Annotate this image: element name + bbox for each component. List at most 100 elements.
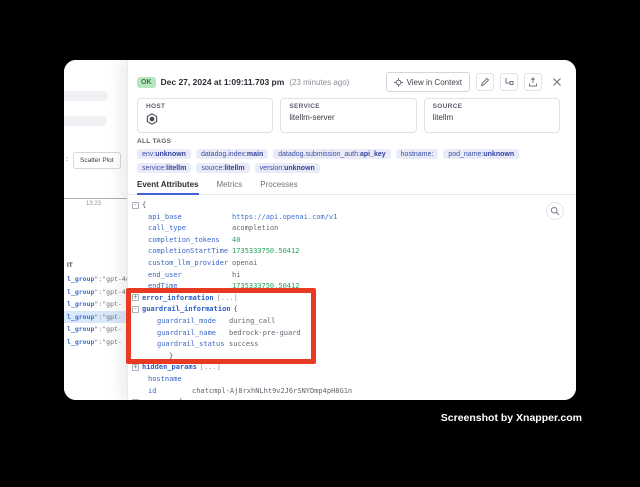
json-key: id: [148, 386, 192, 398]
json-value: 1735333750.50412: [232, 247, 299, 255]
scatter-plot-button[interactable]: Scatter Plot: [73, 152, 121, 169]
tag-key: datadog.index:: [201, 151, 247, 158]
expander-icon[interactable]: -: [132, 202, 139, 209]
truncated-toolbar-bar: [64, 116, 107, 126]
json-attribute-row[interactable]: end_userhi: [128, 270, 576, 282]
log-list-item[interactable]: l_group":"gpt-: [64, 336, 127, 349]
close-button[interactable]: [548, 73, 566, 91]
log-separator: ":": [94, 313, 106, 321]
log-value: gpt-: [106, 325, 122, 333]
json-attribute-row[interactable]: call_typeacompletion: [128, 223, 576, 235]
tag-pill[interactable]: datadog.submission_auth:api_key: [273, 149, 390, 159]
log-value: gpt-: [106, 300, 122, 308]
tag-pill[interactable]: pod_name:unknown: [443, 149, 519, 159]
json-attribute-row[interactable]: -{: [128, 200, 576, 212]
label-fragment: :: [66, 156, 68, 163]
header-actions: View in Context: [386, 72, 566, 92]
service-card[interactable]: SERVICE litellm-server: [280, 98, 416, 133]
json-value: hi: [232, 271, 240, 279]
tag-value: api_key: [360, 151, 386, 158]
view-in-context-label: View in Context: [407, 78, 462, 87]
truncated-toolbar-bar: [64, 91, 108, 101]
source-card[interactable]: SOURCE litellm: [424, 98, 560, 133]
list-header-fragment: IT: [67, 262, 73, 269]
json-key: call_type: [148, 223, 232, 235]
watermark: Screenshot by Xnapper.com: [441, 412, 582, 424]
log-value: gpt-4o: [106, 288, 127, 296]
related-traces-button[interactable]: [500, 73, 518, 91]
log-list-item[interactable]: l_group":"gpt-4o: [64, 273, 127, 286]
json-attribute-row[interactable]: hostname: [128, 374, 576, 386]
json-value: https://api.openai.com/v1: [232, 213, 337, 221]
tab[interactable]: Processes: [260, 177, 297, 194]
json-key: api_base: [148, 212, 232, 224]
json-value: 40: [232, 236, 240, 244]
log-list-item[interactable]: l_group":"gpt-: [64, 298, 127, 311]
log-key: l_group: [67, 313, 94, 321]
relative-time: (23 minutes ago): [289, 78, 349, 87]
json-attribute-row[interactable]: api_basehttps://api.openai.com/v1: [128, 212, 576, 224]
host-card[interactable]: HOST: [137, 98, 273, 133]
json-attribute-row[interactable]: idchatcmpl-Aj8rxhNLht9v2J6rSNYDmp4pH8G1n: [128, 386, 576, 398]
host-label: HOST: [146, 103, 264, 110]
tag-key: source:: [201, 165, 224, 172]
tag-pill[interactable]: datadog.index:main: [196, 149, 268, 159]
log-list-item[interactable]: l_group":"gpt-4o: [64, 286, 127, 299]
log-key: l_group: [67, 338, 94, 346]
json-value: openai: [232, 259, 257, 267]
log-separator: ":": [94, 275, 106, 283]
json-attribute-row[interactable]: completionStartTime1735333750.50412: [128, 246, 576, 258]
log-separator: ":": [94, 325, 106, 333]
json-key: end_user: [148, 270, 232, 282]
view-in-context-button[interactable]: View in Context: [386, 72, 470, 92]
magnifier-icon: [550, 206, 560, 216]
tag-value: litellm: [166, 165, 186, 172]
export-button[interactable]: [524, 73, 542, 91]
json-attribute-row[interactable]: completion_tokens40: [128, 235, 576, 247]
crosshair-icon: [394, 78, 403, 87]
all-tags-section: ALL TAGS env:unknowndatadog.index:mainda…: [137, 138, 562, 173]
tag-pill[interactable]: version:unknown: [255, 163, 320, 173]
edit-button[interactable]: [476, 73, 494, 91]
hexagon-icon: [146, 113, 264, 125]
json-key: custom_llm_provider: [148, 258, 232, 270]
all-tags-label: ALL TAGS: [137, 138, 562, 145]
json-attribute-row[interactable]: -messages[: [128, 397, 576, 400]
connector-icon: [504, 77, 514, 87]
tag-pill[interactable]: env:unknown: [137, 149, 191, 159]
background-page: : Scatter Plot 13:23 IT l_group":"gpt-4o…: [64, 60, 127, 400]
json-attribute-row[interactable]: custom_llm_provideropenai: [128, 258, 576, 270]
json-attribute-row[interactable]: +hidden_params[...]: [128, 362, 576, 374]
tag-key: hostname:: [401, 151, 434, 158]
tag-pill[interactable]: service:litellm: [137, 163, 191, 173]
tag-key: pod_name:: [448, 151, 483, 158]
tag-key: env:: [142, 151, 155, 158]
json-value: acompletion: [232, 224, 278, 232]
expander-icon[interactable]: -: [132, 399, 139, 400]
screenshot-frame: : Scatter Plot 13:23 IT l_group":"gpt-4o…: [0, 0, 640, 487]
tab[interactable]: Metrics: [217, 177, 243, 194]
expander-icon[interactable]: +: [132, 364, 139, 371]
tag-value: unknown: [284, 165, 315, 172]
tag-list: env:unknowndatadog.index:maindatadog.sub…: [137, 149, 562, 173]
pencil-icon: [480, 77, 490, 87]
tag-value: litellm: [224, 165, 244, 172]
tag-value: main: [247, 151, 263, 158]
log-list-item[interactable]: l_group":"gpt-: [64, 311, 127, 324]
json-key: hidden_params: [142, 362, 197, 374]
tag-value: unknown: [483, 151, 514, 158]
tag-key: datadog.submission_auth:: [278, 151, 360, 158]
service-value: litellm-server: [289, 113, 407, 122]
upload-icon: [528, 77, 538, 87]
facet-cards: HOST SERVICE litellm-server SOURCE litel…: [137, 98, 560, 133]
tag-key: service:: [142, 165, 166, 172]
json-key: completion_tokens: [148, 235, 232, 247]
log-key: l_group: [67, 300, 94, 308]
search-attributes-button[interactable]: [546, 202, 564, 220]
tab[interactable]: Event Attributes: [137, 177, 199, 194]
log-list-item[interactable]: l_group":"gpt-: [64, 323, 127, 336]
json-brace: [: [179, 398, 183, 400]
tag-pill[interactable]: source:litellm: [196, 163, 249, 173]
tag-pill[interactable]: hostname:: [396, 149, 439, 159]
service-label: SERVICE: [289, 103, 407, 110]
